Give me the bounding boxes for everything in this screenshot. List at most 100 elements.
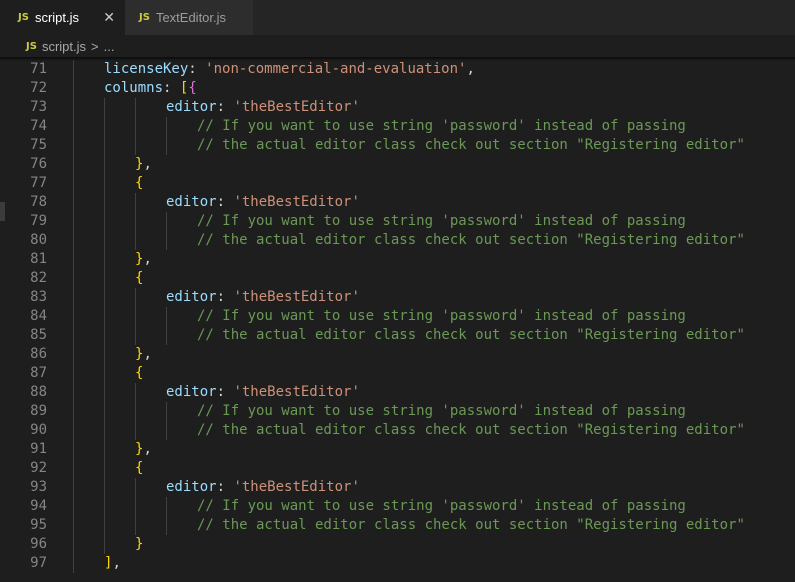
- indent-guide: [135, 231, 136, 250]
- code-line[interactable]: 75 // the actual editor class check out s…: [0, 136, 795, 155]
- javascript-file-icon: JS: [139, 12, 150, 23]
- code-token: }: [135, 536, 144, 552]
- close-icon[interactable]: ✕: [103, 9, 115, 26]
- code-token: 'theBestEditor': [233, 479, 360, 495]
- code-token: ,: [112, 555, 121, 571]
- breadcrumb-file[interactable]: script.js: [42, 39, 86, 54]
- indent-guide: [104, 174, 105, 193]
- code-token: {: [135, 365, 144, 381]
- code-line[interactable]: 96}: [0, 535, 795, 554]
- breadcrumb-more[interactable]: ...: [104, 39, 115, 54]
- code-line[interactable]: 79 // If you want to use string 'password…: [0, 212, 795, 231]
- code-lines: 7071licenseKey: 'non-commercial-and-eval…: [0, 57, 795, 573]
- indent-guide: [73, 288, 74, 307]
- code-line[interactable]: 94 // If you want to use string 'password…: [0, 497, 795, 516]
- indent-guide: [73, 269, 74, 288]
- indent-guide: [135, 497, 136, 516]
- tab-label: TextEditor.js: [155, 10, 227, 25]
- code-text: {: [135, 364, 143, 383]
- code-text: editor: 'theBestEditor': [166, 288, 360, 307]
- indent-guide: [166, 497, 167, 516]
- code-token: editor: [166, 99, 217, 115]
- code-token: {: [135, 270, 144, 286]
- code-token: ,: [143, 156, 152, 172]
- code-text: // If you want to use string 'password' …: [197, 307, 686, 326]
- line-number: 96: [30, 536, 47, 552]
- code-line[interactable]: 97],: [0, 554, 795, 573]
- code-token: columns: [104, 80, 164, 96]
- indent-guide: [73, 60, 74, 79]
- code-token: editor: [166, 289, 217, 305]
- line-number: 89: [30, 403, 47, 419]
- indent-guide: [104, 155, 105, 174]
- indent-guide: [104, 383, 105, 402]
- indent-guide: [135, 421, 136, 440]
- javascript-file-icon: JS: [26, 40, 37, 52]
- code-token: {: [188, 80, 197, 96]
- code-line[interactable]: 85 // the actual editor class check out s…: [0, 326, 795, 345]
- code-text: // the actual editor class check out sec…: [197, 516, 745, 535]
- tab-script-js[interactable]: JS script.js ✕: [0, 0, 125, 35]
- code-line[interactable]: 87 {: [0, 364, 795, 383]
- indent-guide: [73, 421, 74, 440]
- code-text: editor: 'theBestEditor': [166, 98, 360, 117]
- indent-guide: [104, 212, 105, 231]
- code-line[interactable]: 73 editor: 'theBestEditor': [0, 98, 795, 117]
- code-token: 'theBestEditor': [233, 194, 360, 210]
- indent-guide: [135, 193, 136, 212]
- code-text: licenseKey: 'non-commercial-and-evaluati…: [104, 60, 475, 79]
- indent-guide: [73, 98, 74, 117]
- line-number: 95: [30, 517, 47, 533]
- code-line[interactable]: 78 editor: 'theBestEditor': [0, 193, 795, 212]
- code-editor[interactable]: 7071licenseKey: 'non-commercial-and-eval…: [0, 57, 795, 582]
- indent-guide: [104, 478, 105, 497]
- tab-texteditor-js[interactable]: JS TextEditor.js: [125, 0, 253, 35]
- code-line[interactable]: 89 // If you want to use string 'password…: [0, 402, 795, 421]
- code-line[interactable]: 86},: [0, 345, 795, 364]
- code-text: columns: [{: [104, 79, 197, 98]
- code-text: {: [135, 459, 143, 478]
- indent-guide: [135, 136, 136, 155]
- indent-guide: [104, 98, 105, 117]
- code-line[interactable]: 74 // If you want to use string 'password…: [0, 117, 795, 136]
- code-token: editor: [166, 384, 217, 400]
- line-number: 83: [30, 289, 47, 305]
- indent-guide: [73, 516, 74, 535]
- code-text: // the actual editor class check out sec…: [197, 326, 745, 345]
- indent-guide: [104, 193, 105, 212]
- line-number: 87: [30, 365, 47, 381]
- line-number: 77: [30, 175, 47, 191]
- code-line[interactable]: 76},: [0, 155, 795, 174]
- line-number: 81: [30, 251, 47, 267]
- code-line[interactable]: 91},: [0, 440, 795, 459]
- indent-guide: [73, 136, 74, 155]
- indent-guide: [104, 535, 105, 554]
- indent-guide: [73, 535, 74, 554]
- indent-guide: [73, 212, 74, 231]
- indent-guide: [104, 421, 105, 440]
- code-line[interactable]: 88 editor: 'theBestEditor': [0, 383, 795, 402]
- indent-guide: [73, 440, 74, 459]
- indent-guide: [73, 345, 74, 364]
- code-line[interactable]: 71 licenseKey: 'non-commercial-and-evalua…: [0, 60, 795, 79]
- code-line[interactable]: 84 // If you want to use string 'password…: [0, 307, 795, 326]
- code-line[interactable]: 95 // the actual editor class check out s…: [0, 516, 795, 535]
- indent-guide: [135, 288, 136, 307]
- indent-guide: [73, 250, 74, 269]
- code-line[interactable]: 82 {: [0, 269, 795, 288]
- code-token: licenseKey: [104, 61, 189, 77]
- code-line[interactable]: 90 // the actual editor class check out s…: [0, 421, 795, 440]
- code-line[interactable]: 83 editor: 'theBestEditor': [0, 288, 795, 307]
- code-line[interactable]: 77 {: [0, 174, 795, 193]
- code-line[interactable]: 93 editor: 'theBestEditor': [0, 478, 795, 497]
- indent-guide: [104, 269, 105, 288]
- indent-guide: [166, 212, 167, 231]
- code-line[interactable]: 72 columns: [{: [0, 79, 795, 98]
- indent-guide: [135, 383, 136, 402]
- code-line[interactable]: 80 // the actual editor class check out s…: [0, 231, 795, 250]
- code-text: // the actual editor class check out sec…: [197, 136, 745, 155]
- indent-guide: [73, 79, 74, 98]
- indent-guide: [166, 326, 167, 345]
- code-line[interactable]: 81},: [0, 250, 795, 269]
- code-line[interactable]: 92 {: [0, 459, 795, 478]
